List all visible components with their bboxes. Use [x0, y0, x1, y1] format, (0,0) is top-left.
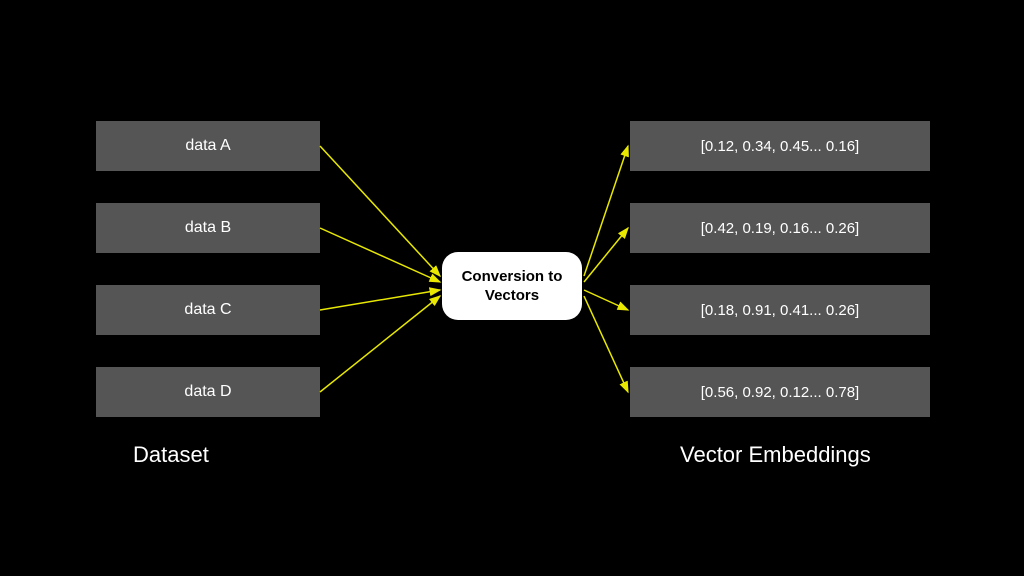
conversion-label: Conversion to Vectors [450, 267, 574, 306]
vector-label: [0.56, 0.92, 0.12... 0.78] [701, 384, 859, 401]
embeddings-label: Vector Embeddings [680, 442, 871, 468]
dataset-label: Dataset [133, 442, 209, 468]
vector-label: [0.42, 0.19, 0.16... 0.26] [701, 220, 859, 237]
data-box-b: data B [96, 203, 320, 253]
conversion-box: Conversion to Vectors [442, 252, 582, 320]
vector-box-0: [0.12, 0.34, 0.45... 0.16] [630, 121, 930, 171]
vector-box-3: [0.56, 0.92, 0.12... 0.78] [630, 367, 930, 417]
data-box-a: data A [96, 121, 320, 171]
vector-embedding-diagram: data A data B data C data D Conversion t… [0, 0, 1024, 576]
data-label: data D [184, 383, 231, 401]
data-label: data A [185, 137, 230, 155]
data-label: data B [185, 219, 231, 237]
vector-box-1: [0.42, 0.19, 0.16... 0.26] [630, 203, 930, 253]
vector-label: [0.18, 0.91, 0.41... 0.26] [701, 302, 859, 319]
data-label: data C [184, 301, 231, 319]
data-box-d: data D [96, 367, 320, 417]
vector-box-2: [0.18, 0.91, 0.41... 0.26] [630, 285, 930, 335]
vector-label: [0.12, 0.34, 0.45... 0.16] [701, 138, 859, 155]
data-box-c: data C [96, 285, 320, 335]
